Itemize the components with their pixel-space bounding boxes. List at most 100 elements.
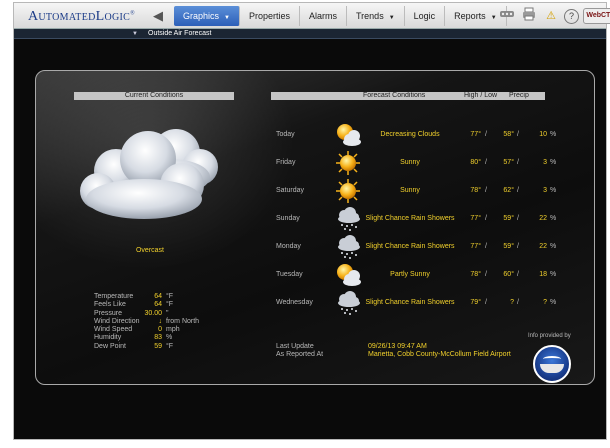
forecast-description: Slight Chance Rain Showers xyxy=(365,243,455,250)
back-arrow-icon[interactable]: ◀ xyxy=(147,7,169,25)
forecast-high: 80° xyxy=(470,159,481,166)
rain-icon xyxy=(334,206,362,232)
forecast-day: Tuesday xyxy=(276,271,303,278)
forecast-high: 78° xyxy=(470,271,481,278)
forecast-row: Wednesday Slight Chance Rain Showers 79° /?… xyxy=(276,290,576,316)
path-bar: ▼ Outside Air Forecast xyxy=(14,29,606,39)
percent-unit: % xyxy=(550,131,557,138)
stat-row: Wind Speed 0 mph xyxy=(94,326,199,334)
weather-panel: Current Conditions Forecast Conditions H… xyxy=(35,70,595,385)
current-condition-text: Overcast xyxy=(135,247,164,254)
forecast-row: Friday Sunny 80°/57°/3% xyxy=(276,150,576,176)
high-low-separator: / xyxy=(517,131,519,138)
forecast-high: 77° xyxy=(470,243,481,250)
stat-label: Humidity xyxy=(94,334,122,342)
forecast-row: Saturday Sunny 78°/62°/3% xyxy=(276,178,576,204)
info-provided-label: Info provided by xyxy=(528,333,571,339)
high-low-separator: / xyxy=(517,159,519,166)
forecast-high: 79° xyxy=(470,299,481,306)
company-logo: AutomatedLogic® xyxy=(28,9,135,25)
high-low-separator: / xyxy=(485,215,487,222)
stat-value: 64 xyxy=(154,293,162,300)
nav-graphics[interactable]: Graphics ▼ xyxy=(174,6,240,26)
percent-unit: % xyxy=(550,243,557,250)
high-low-separator: / xyxy=(485,131,487,138)
forecast-high: 77° xyxy=(470,131,481,138)
noaa-logo-icon[interactable] xyxy=(533,345,571,383)
high-low-separator: / xyxy=(517,187,519,194)
forecast-row: Tuesday Partly Sunny 78°/60°/18% xyxy=(276,262,576,288)
forecast-description: Slight Chance Rain Showers xyxy=(365,299,455,306)
forecast-precip: ? xyxy=(543,299,547,306)
forecast-description: Sunny xyxy=(400,159,420,166)
forecast-precip: 3 xyxy=(543,187,547,194)
forecast-day: Monday xyxy=(276,243,301,250)
path-toggle-icon[interactable]: ▼ xyxy=(132,29,138,39)
sun-icon xyxy=(334,150,362,176)
forecast-description: Partly Sunny xyxy=(390,271,430,278)
stat-row: Dew Point 59 °F xyxy=(94,343,199,351)
nav-alarms[interactable]: Alarms xyxy=(300,6,348,26)
logo-mark: ® xyxy=(130,10,135,17)
forecast-low: 60° xyxy=(503,271,514,278)
forecast-low: 59° xyxy=(503,215,514,222)
reported-at-value: Marietta, Cobb County-McCollum Field Air… xyxy=(368,351,511,358)
stat-unit: from North xyxy=(166,317,200,325)
stat-row: Humidity 83% xyxy=(94,334,199,342)
high-low-separator: / xyxy=(517,215,519,222)
forecast-row: Today Decreasing Clouds 77°/58°/10% xyxy=(276,122,576,148)
rain-icon xyxy=(334,290,362,316)
nav-trends[interactable]: Trends ▼ xyxy=(347,6,405,26)
forecast-description: Decreasing Clouds xyxy=(380,131,440,138)
percent-unit: % xyxy=(550,215,557,222)
print-icon[interactable] xyxy=(520,7,538,25)
stat-row: Temperature 64 °F xyxy=(94,293,199,301)
forecast-row: Monday Slight Chance Rain Showers 77°/59° /… xyxy=(276,234,576,260)
nav-logic[interactable]: Logic xyxy=(405,6,446,26)
main-nav: Graphics ▼ Properties Alarms Trends ▼ Logic Rep… xyxy=(174,6,507,26)
forecast-low: 59° xyxy=(503,243,514,250)
forecast-day: Wednesday xyxy=(276,299,313,306)
stat-label: Wind Direction xyxy=(94,317,140,325)
high-low-separator: / xyxy=(485,243,487,250)
high-low-separator: / xyxy=(485,187,487,194)
nav-label: Graphics xyxy=(183,11,220,21)
help-icon[interactable]: ? xyxy=(564,8,579,24)
stat-label: Temperature xyxy=(94,293,134,300)
forecast-precip: 22 xyxy=(539,215,547,222)
app-frame: AutomatedLogic® ◀ Graphics ▼ Properties Ala… xyxy=(13,2,610,440)
forecast-low: ? xyxy=(510,299,514,306)
nav-label: Trends xyxy=(356,11,384,21)
toolbar-tools: ⚠ ? WebCTRL xyxy=(498,7,610,25)
overcast-cloud-icon xyxy=(80,129,218,219)
percent-unit: % xyxy=(550,299,557,306)
stat-value: 0 xyxy=(158,326,162,334)
update-info: Last Update 09/26/13 09:47 AM As Reporte… xyxy=(276,343,511,359)
stat-value: 59 xyxy=(154,342,162,350)
partly-cloudy-icon xyxy=(334,122,362,148)
last-update-value: 09/26/13 09:47 AM xyxy=(368,343,427,350)
percent-unit: % xyxy=(550,271,557,278)
forecast-high: 78° xyxy=(470,187,481,194)
webctrl-badge[interactable]: WebCTRL xyxy=(583,8,610,24)
high-low-separator: / xyxy=(485,271,487,278)
forecast-header: Forecast Conditions High / Low Precip xyxy=(271,92,545,100)
forecast-day: Sunday xyxy=(276,215,300,222)
nav-label: Logic xyxy=(413,11,436,21)
chevron-down-icon: ▼ xyxy=(490,15,497,21)
stat-unit: % xyxy=(166,334,173,342)
stat-row: Feels Like 64 °F xyxy=(94,301,199,309)
high-low-separator: / xyxy=(517,271,519,278)
network-icon[interactable] xyxy=(498,7,516,25)
nav-label: Properties xyxy=(248,11,290,21)
forecast-row: Sunday Slight Chance Rain Showers 77°/59° /… xyxy=(276,206,576,232)
nav-properties[interactable]: Properties xyxy=(240,6,300,26)
high-low-separator: / xyxy=(517,243,519,250)
forecast-day: Friday xyxy=(276,159,296,166)
stat-unit: " xyxy=(166,309,169,317)
top-toolbar: AutomatedLogic® ◀ Graphics ▼ Properties Ala… xyxy=(14,3,610,29)
rain-icon xyxy=(334,234,362,260)
logo-text: AutomatedLogic xyxy=(28,9,131,24)
stat-unit: mph xyxy=(166,326,180,334)
alarm-warning-icon[interactable]: ⚠ xyxy=(542,7,560,25)
